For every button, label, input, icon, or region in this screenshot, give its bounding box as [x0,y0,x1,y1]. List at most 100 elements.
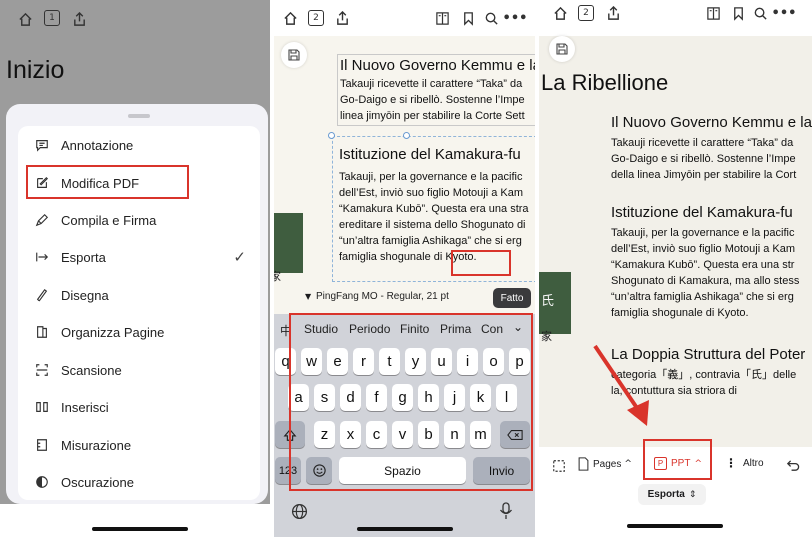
font-bar: ▼ PingFang MO - Regular, 21 pt Fatto [281,285,531,311]
globe-icon[interactable] [289,501,309,521]
heading: Il Nuovo Governo Kemmu e la [611,114,812,131]
altro-label: Altro [743,457,764,469]
menu-item-misurazione[interactable]: Misurazione [18,427,260,463]
text-block-kemmu[interactable]: Il Nuovo Governo Kemmu e la Takauji rice… [337,54,535,126]
paragraph-line: “Kamakura Kubō”. Questa era una stra [339,203,529,215]
paragraph-line: famiglia shogunale di Kyoto. [611,307,749,319]
panel-divider [535,0,539,537]
paragraph-line: dell’Est, inviò suo figlio Motouji a Kam [611,243,796,255]
paragraph-line: Shogunato di Kamakura, ma allo stess [611,275,800,287]
more-button[interactable]: ⋮ Altro [725,457,764,469]
menu-item-label: Oscurazione [61,474,134,490]
panel-divider [270,0,274,537]
resize-handle[interactable] [403,132,410,139]
home-icon[interactable] [281,9,299,27]
more-icon[interactable]: ••• [772,4,797,22]
undo-icon[interactable] [783,456,801,474]
page-icon [578,457,589,471]
search-icon[interactable] [482,9,500,27]
highlight-box-keyboard [289,313,533,491]
top-toolbar: 1 [0,0,270,36]
pages-label: Pages [593,458,622,470]
bookmark-icon[interactable] [729,4,747,22]
menu-item-oscurazione[interactable]: Oscurazione [18,464,260,500]
microphone-icon[interactable] [497,500,515,522]
scan-icon [34,362,50,378]
reader-icon[interactable] [704,4,722,22]
home-icon[interactable] [551,4,569,22]
home-icon[interactable] [16,10,34,28]
chevron-updown-icon: ⇕ [688,489,697,500]
menu-item-label: Compila e Firma [61,212,157,228]
bottom-strip [0,504,270,537]
share-icon[interactable] [333,9,351,27]
highlight-box-modifica-pdf [26,165,189,199]
paragraph-line: “Kamakura Kubō”. Questa era una str [611,259,795,271]
esporta-label: Esporta [647,489,685,500]
page-title: La Ribellione [541,70,669,95]
menu-item-disegna[interactable]: Disegna [18,277,260,313]
ruler-icon [34,437,50,453]
red-arrow [593,344,649,426]
menu-item-organizza-pagine[interactable]: Organizza Pagine [18,314,260,350]
side-character: 家 [273,270,281,283]
save-button[interactable] [549,36,575,62]
paragraph-line: dell’Est, inviò suo figlio Motouji a Kam [339,187,524,199]
pages-icon [34,324,50,340]
vertical-dots-icon: ⋮ [725,456,737,470]
side-character: 氏 [541,294,555,309]
sheet-grabber[interactable] [128,114,150,118]
export-button[interactable]: Esporta ⇕ [638,484,706,505]
menu-item-inserisci[interactable]: Inserisci [18,389,260,425]
paragraph-line: Go-Daigo e si ribellò. Sostenne l’Impe [340,94,525,106]
font-selector[interactable]: PingFang MO - Regular, 21 pt [316,291,449,302]
home-indicator[interactable] [92,527,188,531]
document-image [273,213,303,273]
more-icon[interactable]: ••• [503,9,528,27]
search-icon[interactable] [751,4,769,22]
heading: Istituzione del Kamakura-fu [339,146,521,163]
done-button[interactable]: Fatto [493,288,531,308]
heading: Il Nuovo Governo Kemmu e la [340,57,535,74]
home-indicator[interactable] [357,527,453,531]
select-icon[interactable] [551,458,567,474]
save-button[interactable] [281,42,307,68]
checkmark-icon: ✓ [233,248,246,266]
paragraph-line: “un’altra famiglia Ashikaga” che si erg [611,291,794,303]
paragraph-line: della linea Jimyōin per stabilire la Cor… [611,169,797,181]
menu-item-label: Organizza Pagine [61,324,165,340]
page-number-badge[interactable]: 1 [44,10,60,26]
menu-item-label: Disegna [61,287,109,303]
share-icon[interactable] [70,10,88,28]
menu-item-annotazione[interactable]: Annotazione [18,127,260,163]
page-number-badge[interactable]: 2 [308,10,324,26]
page-title: Inizio [6,56,65,84]
paragraph-line: linea jimyōin per stabilire la Corte Set… [340,110,525,122]
pages-button[interactable]: Pages ^ [577,457,632,471]
menu-item-compila-firma[interactable]: Compila e Firma [18,202,260,238]
share-icon[interactable] [604,4,622,22]
paragraph-line: Takauji ricevette il carattere “Taka” da [340,78,523,90]
paragraph-line: ereditare il sistema dello Shogunato di [339,219,526,231]
page-number-badge[interactable]: 2 [578,5,594,21]
menu-item-esporta[interactable]: Esporta ✓ [18,239,260,275]
panel-menu: 1 Inizio Annotazione Modifica PDF Compil… [0,0,270,537]
menu-item-label: Scansione [61,362,122,378]
paragraph-line: “un’altra famiglia Ashikaga” che si erg [339,235,522,247]
paragraph-line: Takauji ricevette il carattere “Taka” da [611,137,794,149]
menu-item-label: Misurazione [61,437,132,453]
bookmark-icon[interactable] [459,9,477,27]
top-toolbar: 2 ••• [539,0,812,36]
redact-icon [34,474,50,490]
paragraph-line: Takauji, per la governance e la pacific [611,227,795,239]
highlight-box-ppt [643,439,712,480]
reader-icon[interactable] [433,9,451,27]
text-block-kemmu: Il Nuovo Governo Kemmu e la Takauji rice… [611,113,812,183]
chevron-up-icon: ^ [624,459,632,469]
resize-handle[interactable] [328,132,335,139]
pencil-icon [34,287,50,303]
home-indicator[interactable] [627,524,723,528]
insert-icon [34,399,50,415]
menu-item-scansione[interactable]: Scansione [18,352,260,388]
menu-item-label: Inserisci [61,399,109,415]
